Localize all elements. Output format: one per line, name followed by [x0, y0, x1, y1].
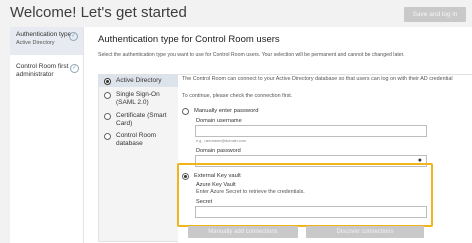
type-label: Control Room database	[116, 132, 157, 147]
check-circle-icon: ✓	[69, 32, 78, 41]
type-single-sign-on[interactable]: Single Sign-On (SAML 2.0)	[99, 91, 178, 106]
option-label: Manually enter password	[194, 108, 259, 114]
type-certificate[interactable]: Certificate (Smart Card)	[99, 112, 178, 127]
page-title: Welcome! Let's get started	[10, 4, 187, 21]
domain-username-input[interactable]	[195, 125, 427, 137]
section-description: Select the authentication type you want …	[98, 52, 405, 58]
domain-username-label: Domain username	[196, 118, 242, 124]
check-circle-icon: ✓	[70, 64, 79, 73]
type-control-room-database[interactable]: Control Room database	[99, 132, 178, 147]
continue-text: To continue, please check the connection…	[182, 93, 293, 99]
config-intro: The Control Room can connect to your Act…	[182, 76, 453, 82]
save-and-login-button[interactable]: Save and log in	[404, 7, 466, 22]
radio-icon[interactable]	[104, 78, 111, 85]
radio-icon[interactable]	[104, 113, 111, 120]
domain-username-hint: e.g., username@domain.com	[196, 139, 246, 143]
type-label: Single Sign-On (SAML 2.0)	[116, 91, 160, 106]
authentication-type-list: Active Directory Single Sign-On (SAML 2.…	[98, 74, 178, 242]
setup-steps-sidebar: Authentication type Active Directory ✓ C…	[10, 27, 84, 243]
setup-page: Welcome! Let's get started Save and log …	[0, 0, 472, 243]
manually-add-connections-button[interactable]: Manually add connections	[188, 226, 298, 238]
external-key-vault-highlight	[177, 163, 433, 227]
radio-icon[interactable]	[182, 108, 189, 115]
sidebar-step-sub: Active Directory	[16, 40, 55, 46]
domain-password-label: Domain password	[196, 148, 241, 154]
radio-icon[interactable]	[104, 92, 111, 99]
manual-password-option[interactable]: Manually enter password	[182, 108, 259, 115]
type-label: Active Directory	[116, 77, 162, 84]
section-heading: Authentication type for Control Room use…	[98, 34, 280, 45]
type-label: Certificate (Smart Card)	[116, 112, 167, 127]
discover-connections-button[interactable]: Discover connections	[306, 226, 424, 238]
type-active-directory[interactable]: Active Directory	[99, 75, 178, 87]
sidebar-step-first-administrator[interactable]: Control Room first administrator ✓	[10, 59, 84, 83]
sidebar-step-authentication-type[interactable]: Authentication type Active Directory ✓	[10, 27, 83, 55]
radio-icon[interactable]	[104, 133, 111, 140]
